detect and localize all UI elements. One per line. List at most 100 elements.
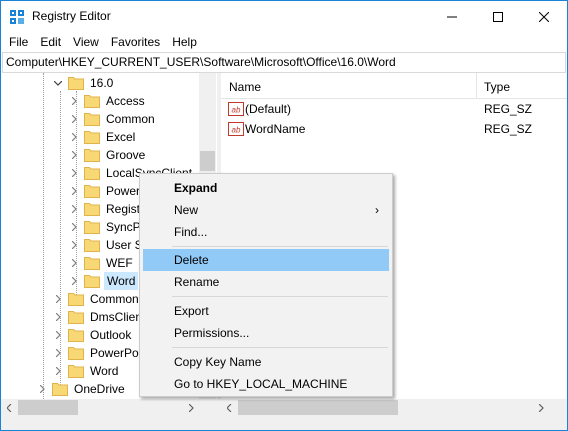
window-title: Registry Editor [32, 9, 111, 23]
tree-node[interactable]: WEF [69, 254, 135, 272]
tree-node[interactable]: Access [69, 92, 147, 110]
tree-node[interactable]: Common [53, 290, 141, 308]
folder-icon [84, 184, 100, 198]
string-value-icon: ab [228, 102, 244, 116]
value-name: (Default) [245, 102, 292, 116]
chevron-right-icon[interactable] [69, 182, 79, 200]
menu-item-label: Export [174, 304, 209, 318]
menu-item-label: New [174, 203, 199, 217]
context-menu-rename[interactable]: Rename [143, 271, 389, 293]
column-header-type[interactable]: Type [484, 80, 510, 94]
context-menu-new[interactable]: New › [143, 199, 389, 221]
menu-item-label: Permissions... [174, 326, 250, 340]
close-icon [539, 11, 549, 22]
tree-node-label: Word [104, 272, 139, 290]
tree-node-label: 16.0 [90, 76, 114, 90]
maximize-button[interactable] [475, 1, 521, 32]
list-horizontal-scrollbar[interactable] [221, 399, 567, 416]
scroll-left-arrow-icon[interactable] [1, 399, 18, 416]
chevron-right-icon[interactable] [69, 110, 79, 128]
tree-node-label: WEF [106, 256, 133, 270]
chevron-right-icon[interactable] [37, 380, 47, 398]
tree-node[interactable]: 16.0 [53, 74, 115, 92]
menu-bar: File Edit View Favorites Help [1, 32, 567, 52]
chevron-right-icon[interactable] [69, 236, 79, 254]
tree-node[interactable]: OneDrive [37, 380, 127, 398]
menu-edit[interactable]: Edit [34, 32, 67, 52]
close-button[interactable] [521, 1, 567, 32]
context-menu-export[interactable]: Export [143, 300, 389, 322]
menu-item-label: Find... [174, 225, 208, 239]
tree-node-label: Common [106, 112, 155, 126]
tree-node[interactable]: Excel [69, 128, 137, 146]
value-name: WordName [245, 122, 306, 136]
tree-node-label: Access [106, 94, 145, 108]
folder-icon [84, 238, 100, 252]
context-menu-expand[interactable]: Expand [143, 177, 389, 199]
folder-icon [84, 112, 100, 126]
svg-text:ab: ab [232, 106, 241, 115]
tree-node[interactable]: Word [53, 362, 120, 380]
scroll-right-arrow-icon[interactable] [533, 399, 550, 416]
chevron-right-icon[interactable] [69, 146, 79, 164]
title-bar[interactable]: Registry Editor [1, 1, 567, 32]
list-hscroll-thumb[interactable] [238, 400, 398, 415]
chevron-right-icon[interactable] [53, 290, 63, 308]
folder-icon [52, 382, 68, 396]
scroll-right-arrow-icon[interactable] [183, 399, 200, 416]
tree-hscroll-thumb[interactable] [18, 400, 78, 415]
menu-separator [172, 347, 388, 348]
registry-editor-window: Registry Editor File Edit View Favorites… [0, 0, 568, 431]
context-menu-find[interactable]: Find... [143, 221, 389, 243]
folder-icon [84, 274, 100, 288]
chevron-right-icon[interactable] [53, 344, 63, 362]
tree-node-label: Excel [106, 130, 136, 144]
chevron-right-icon[interactable] [53, 326, 63, 344]
list-item[interactable]: ab (Default) REG_SZ [221, 99, 567, 119]
tree-scroll-thumb[interactable] [200, 151, 215, 171]
chevron-right-icon[interactable] [69, 254, 79, 272]
tree-node[interactable]: Word [69, 272, 139, 290]
folder-icon [84, 166, 100, 180]
chevron-right-icon[interactable] [69, 218, 79, 236]
tree-node[interactable]: Groove [69, 146, 147, 164]
menu-help[interactable]: Help [166, 32, 203, 52]
chevron-right-icon[interactable] [53, 308, 63, 326]
menu-item-label: Go to HKEY_LOCAL_MACHINE [174, 377, 348, 391]
minimize-button[interactable] [429, 1, 475, 32]
list-header: Name Type [221, 73, 567, 99]
scroll-left-arrow-icon[interactable] [221, 399, 238, 416]
folder-icon [84, 148, 100, 162]
folder-icon [68, 346, 84, 360]
string-value-icon: ab [228, 122, 244, 136]
value-type: REG_SZ [484, 122, 533, 136]
address-bar[interactable]: Computer\HKEY_CURRENT_USER\Software\Micr… [2, 52, 566, 73]
chevron-right-icon[interactable] [69, 200, 79, 218]
context-menu-delete[interactable]: Delete [143, 249, 389, 271]
tree-node[interactable]: Common [69, 110, 157, 128]
folder-icon [68, 328, 84, 342]
context-menu-copy-key-name[interactable]: Copy Key Name [143, 351, 389, 373]
chevron-right-icon[interactable] [69, 272, 79, 290]
menu-file[interactable]: File [3, 32, 34, 52]
chevron-right-icon[interactable] [69, 128, 79, 146]
context-menu: Expand New › Find... Delete Rename Export… [139, 173, 393, 397]
context-menu-permissions[interactable]: Permissions... [143, 322, 389, 344]
tree-horizontal-scrollbar[interactable] [1, 399, 217, 416]
chevron-down-icon[interactable] [53, 74, 63, 92]
folder-icon [68, 364, 84, 378]
chevron-right-icon[interactable] [69, 164, 79, 182]
tree-node[interactable]: DmsClient [53, 308, 147, 326]
chevron-right-icon[interactable] [69, 92, 79, 110]
value-type: REG_SZ [484, 102, 533, 116]
tree-node[interactable]: Outlook [53, 326, 133, 344]
list-item[interactable]: ab WordName REG_SZ [221, 119, 567, 139]
chevron-right-icon[interactable] [53, 362, 63, 380]
column-divider[interactable] [476, 73, 477, 99]
menu-view[interactable]: View [67, 32, 105, 52]
context-menu-goto-hklm[interactable]: Go to HKEY_LOCAL_MACHINE [143, 373, 389, 395]
folder-icon [84, 220, 100, 234]
folder-icon [84, 94, 100, 108]
column-header-name[interactable]: Name [229, 80, 261, 94]
menu-favorites[interactable]: Favorites [105, 32, 166, 52]
